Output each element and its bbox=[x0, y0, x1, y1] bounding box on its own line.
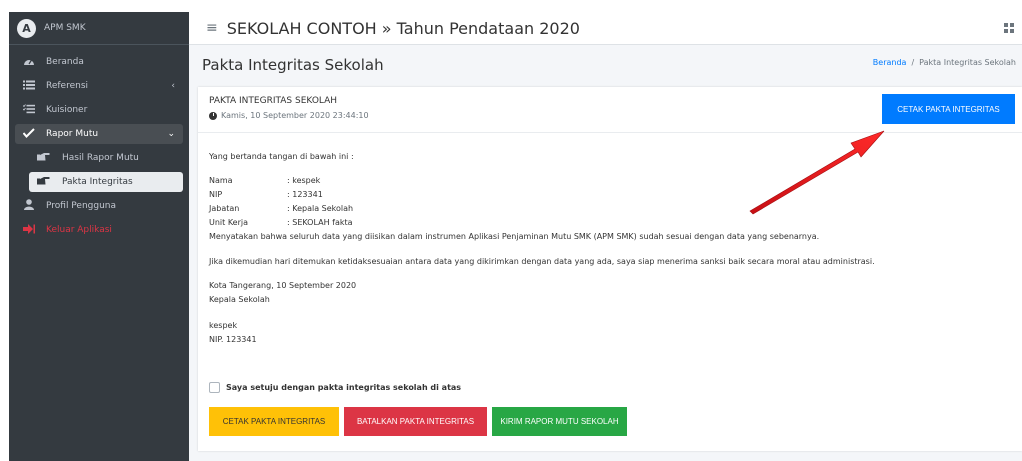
sidebar-item-label: Beranda bbox=[46, 57, 84, 67]
sign-out-icon bbox=[22, 223, 36, 237]
sidebar-item-referensi[interactable]: Referensi ‹ bbox=[15, 76, 183, 96]
sidebar-item-pakta-integritas[interactable]: Pakta Integritas bbox=[29, 172, 183, 192]
grid-icon[interactable] bbox=[1004, 23, 1014, 33]
checklist-icon bbox=[22, 103, 36, 117]
sidebar-nav: Beranda Referensi ‹ Kuisioner Rapor Mutu… bbox=[9, 45, 189, 240]
sidebar-item-kuisioner[interactable]: Kuisioner bbox=[15, 100, 183, 120]
field-row-jabatan: Jabatan : Kepala Sekolah bbox=[209, 204, 353, 213]
chevron-down-icon: ⌄ bbox=[167, 129, 175, 139]
hand-pointer-icon bbox=[36, 176, 50, 188]
page-title: Pakta Integritas Sekolah bbox=[202, 56, 384, 74]
list-icon bbox=[22, 80, 36, 93]
field-key: Jabatan bbox=[209, 204, 240, 213]
field-value: : kespek bbox=[287, 176, 321, 185]
print-pakta-button-top[interactable]: CETAK PAKTA INTEGRITAS bbox=[882, 94, 1015, 124]
dashboard-icon bbox=[22, 56, 36, 69]
sidebar: A APM SMK Beranda Referensi ‹ Kuisioner bbox=[9, 12, 189, 461]
agree-checkbox[interactable] bbox=[209, 382, 220, 393]
sidebar-submenu: Hasil Rapor Mutu Pakta Integritas bbox=[9, 148, 189, 192]
content-wrapper: Pakta Integritas Sekolah Beranda / Pakta I… bbox=[189, 45, 1022, 461]
breadcrumb: Beranda / Pakta Integritas Sekolah bbox=[873, 58, 1016, 67]
clock-icon bbox=[209, 111, 217, 120]
field-row-nip: NIP : 123341 bbox=[209, 190, 323, 199]
field-value: : Kepala Sekolah bbox=[287, 204, 354, 213]
intro-text: Yang bertanda tangan di bawah ini : bbox=[209, 152, 354, 161]
sidebar-item-label: Keluar Aplikasi bbox=[46, 225, 112, 235]
check-double-icon bbox=[22, 127, 36, 141]
brand-name: APM SMK bbox=[44, 23, 86, 33]
user-icon bbox=[22, 199, 36, 213]
breadcrumb-current: Pakta Integritas Sekolah bbox=[919, 58, 1016, 67]
hand-pointer-icon bbox=[36, 152, 50, 164]
statement-2: Jika dikemudian hari ditemukan ketidakse… bbox=[209, 257, 875, 266]
datetime-text: Kamis, 10 September 2020 23:44:10 bbox=[221, 111, 369, 120]
sidebar-item-label: Profil Pengguna bbox=[46, 201, 117, 211]
menu-toggle-icon[interactable]: ≡ bbox=[206, 20, 218, 36]
topbar-title: SEKOLAH CONTOH » Tahun Pendataan 2020 bbox=[226, 18, 580, 38]
sidebar-item-profil-pengguna[interactable]: Profil Pengguna bbox=[15, 196, 183, 216]
agree-checkbox-row[interactable]: Saya setuju dengan pakta integritas seko… bbox=[209, 382, 461, 393]
brand-logo: A bbox=[17, 18, 36, 38]
signer-nip: NIP. 123341 bbox=[209, 335, 257, 344]
sidebar-item-label: Hasil Rapor Mutu bbox=[62, 153, 139, 163]
field-value: : SEKOLAH fakta bbox=[287, 218, 353, 227]
sidebar-item-keluar-aplikasi[interactable]: Keluar Aplikasi bbox=[15, 220, 183, 240]
breadcrumb-separator: / bbox=[911, 58, 915, 67]
print-pakta-button[interactable]: CETAK PAKTA INTEGRITAS bbox=[209, 407, 339, 436]
cancel-pakta-button[interactable]: BATALKAN PAKTA INTEGRITAS bbox=[344, 407, 487, 436]
sidebar-item-label: Pakta Integritas bbox=[62, 177, 133, 187]
breadcrumb-home-link[interactable]: Beranda bbox=[873, 58, 907, 67]
topbar: ≡ SEKOLAH CONTOH » Tahun Pendataan 2020 bbox=[189, 12, 1022, 45]
sidebar-item-label: Referensi bbox=[46, 81, 89, 91]
card-header: PAKTA INTEGRITAS SEKOLAH Kamis, 10 Septe… bbox=[198, 87, 1022, 133]
sidebar-item-label: Kuisioner bbox=[46, 105, 88, 115]
field-row-unit-kerja: Unit Kerja : SEKOLAH fakta bbox=[209, 218, 353, 227]
sidebar-item-beranda[interactable]: Beranda bbox=[15, 52, 183, 72]
brand[interactable]: A APM SMK bbox=[9, 12, 189, 45]
card-datetime: Kamis, 10 September 2020 23:44:10 bbox=[209, 111, 369, 120]
field-value: : 123341 bbox=[287, 190, 323, 199]
signer-name: kespek bbox=[209, 321, 238, 330]
sidebar-item-hasil-rapor-mutu[interactable]: Hasil Rapor Mutu bbox=[29, 148, 183, 168]
field-key: Unit Kerja bbox=[209, 218, 249, 227]
pakta-card: PAKTA INTEGRITAS SEKOLAH Kamis, 10 Septe… bbox=[198, 87, 1022, 451]
field-key: Nama bbox=[209, 176, 233, 185]
signer-position: Kepala Sekolah bbox=[209, 295, 270, 304]
agree-label: Saya setuju dengan pakta integritas seko… bbox=[226, 383, 462, 392]
statement-1: Menyatakan bahwa seluruh data yang diisi… bbox=[209, 232, 820, 241]
chevron-left-icon: ‹ bbox=[171, 81, 175, 91]
card-title: PAKTA INTEGRITAS SEKOLAH bbox=[209, 96, 338, 106]
sidebar-item-label: Rapor Mutu bbox=[46, 129, 99, 139]
field-row-nama: Nama : kespek bbox=[209, 176, 320, 185]
send-rapor-button[interactable]: KIRIM RAPOR MUTU SEKOLAH bbox=[492, 407, 627, 436]
field-key: NIP bbox=[209, 190, 223, 199]
sidebar-item-rapor-mutu[interactable]: Rapor Mutu ⌄ bbox=[15, 124, 183, 144]
place-date: Kota Tangerang, 10 September 2020 bbox=[209, 281, 357, 290]
